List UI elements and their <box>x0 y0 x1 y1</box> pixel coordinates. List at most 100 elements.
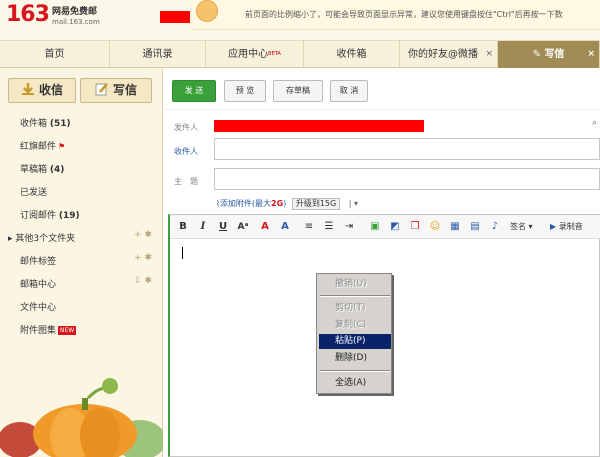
add-icon[interactable]: + <box>134 253 142 263</box>
subscriptions-label: 订阅邮件 <box>20 211 57 221</box>
menu-undo[interactable]: 撤销(U) <box>319 277 391 292</box>
menu-cut[interactable]: 剪切(T) <box>319 301 391 316</box>
sidebar-item-labels[interactable]: 邮件标签 <box>20 254 56 267</box>
subject-label: 主 题 <box>174 177 198 186</box>
other-folders-label: 其他3个文件夹 <box>15 234 76 244</box>
drafts-label: 草稿箱 <box>20 165 48 175</box>
record-label: 录制音 <box>558 222 583 231</box>
notice-icon <box>196 0 218 22</box>
options-icon[interactable]: ⌕ <box>592 118 597 128</box>
main-nav: 首页 通讯录 应用中心BETA 收件箱 你的好友@微播 × ✎ 写信 × <box>0 40 600 68</box>
redacted-sender <box>214 120 424 132</box>
highlight-color-icon[interactable]: A <box>278 220 292 234</box>
gear-icon[interactable]: ✱ <box>144 253 152 263</box>
editor-toolbar: B I U Aᵃ A A ≡ ☰ ⇥ ▣ ◩ ❒ ☺ ▦ ▤ ♪ 签名 ▾ ▶ … <box>170 215 600 239</box>
send-button[interactable]: 发 送 <box>172 80 216 102</box>
label-tools[interactable]: + ✱ <box>134 253 152 263</box>
sidebar-item-other-folders[interactable]: ▸ 其他3个文件夹 <box>8 231 75 244</box>
mailbox-tools[interactable]: ⇩ ✱ <box>134 276 152 286</box>
emoji-icon[interactable]: ☺ <box>428 220 442 234</box>
record-button[interactable]: ▶ 录制音 <box>550 221 583 232</box>
menu-copy[interactable]: 复制(C) <box>319 318 391 333</box>
logo[interactable]: 163 <box>6 2 50 27</box>
font-size-icon[interactable]: Aᵃ <box>236 220 250 234</box>
sidebar-item-attachments[interactable]: 附件图集 NEW <box>20 323 77 336</box>
link-icon[interactable]: ▤ <box>468 220 482 234</box>
pumpkin-illustration <box>0 368 166 457</box>
logo-number: 163 <box>6 2 50 27</box>
sidebar-item-flagged[interactable]: 红旗邮件 ⚑ <box>20 139 65 152</box>
sent-label: 已发送 <box>20 188 48 198</box>
tab-inbox[interactable]: 收件箱 <box>304 41 400 68</box>
indent-icon[interactable]: ⇥ <box>342 220 356 234</box>
tab-contacts-label: 通讯录 <box>142 49 173 60</box>
stationery-icon[interactable]: ❒ <box>408 220 422 234</box>
tab-compose-close-icon[interactable]: × <box>587 41 595 68</box>
image-icon[interactable]: ▣ <box>368 220 382 234</box>
video-icon: ▶ <box>550 222 557 231</box>
screenshot-icon[interactable]: ◩ <box>388 220 402 234</box>
to-label[interactable]: 收件人 <box>174 146 198 157</box>
attach-size: 2G <box>271 199 284 208</box>
compose-tab-icon: ✎ <box>532 49 545 60</box>
sidebar-item-file-center[interactable]: 文件中心 <box>20 300 56 313</box>
menu-delete[interactable]: 删除(D) <box>319 351 391 366</box>
receive-button[interactable]: 收信 <box>8 78 76 103</box>
font-color-icon[interactable]: A <box>258 220 272 234</box>
gear-icon[interactable]: ✱ <box>144 230 152 240</box>
sidebar-item-drafts[interactable]: 草稿箱 (4) <box>20 162 64 175</box>
flag-icon: ⚑ <box>58 142 66 151</box>
beta-badge: BETA <box>268 51 281 57</box>
folder-tools[interactable]: + ✱ <box>134 230 152 240</box>
sidebar-item-inbox[interactable]: 收件箱 (51) <box>20 116 71 129</box>
receive-icon <box>21 81 35 95</box>
sidebar-item-sent[interactable]: 已发送 <box>20 185 47 198</box>
top-banner: 163 网易免费邮 mail.163.com 前页面的比例缩小了，可能会导致页面… <box>0 0 600 40</box>
compose-icon <box>95 81 109 96</box>
tab-friend-close-icon[interactable]: × <box>485 41 493 68</box>
compose-button[interactable]: 写信 <box>80 78 152 103</box>
align-icon[interactable]: ≡ <box>302 220 316 234</box>
sidebar-item-subscriptions[interactable]: 订阅邮件 (19) <box>20 208 80 221</box>
mailbox-center-label: 邮箱中心 <box>20 280 57 290</box>
cancel-button[interactable]: 取 消 <box>330 80 368 102</box>
signature-dropdown[interactable]: 签名 ▾ <box>510 221 533 232</box>
underline-icon[interactable]: U <box>216 220 230 234</box>
zoom-notice: 前页面的比例缩小了，可能会导致页面显示异常，建议您使用键盘按住"Ctrl"后再按… <box>190 0 600 30</box>
attach-row: ⌇添加附件(最大2G) 升级到15G | ▾ <box>216 198 358 210</box>
italic-icon[interactable]: I <box>196 220 210 234</box>
sidebar: 收信 写信 收件箱 (51) 红旗邮件 ⚑ 草稿箱 (4) 已发送 订阅邮件 (1… <box>0 68 166 457</box>
sidebar-item-mailbox-center[interactable]: 邮箱中心 <box>20 277 56 290</box>
tab-compose[interactable]: ✎ 写信 × <box>498 41 600 68</box>
subject-field[interactable] <box>214 168 600 190</box>
add-icon[interactable]: + <box>134 230 142 240</box>
preview-button[interactable]: 预 览 <box>224 80 266 102</box>
flagged-label: 红旗邮件 <box>20 142 57 152</box>
drafts-count: (4) <box>49 165 65 175</box>
bold-icon[interactable]: B <box>176 220 190 234</box>
voice-icon[interactable]: ♪ <box>488 220 502 234</box>
signature-label: 签名 <box>510 222 526 231</box>
inbox-count: (51) <box>49 119 71 129</box>
upgrade-button[interactable]: 升级到15G <box>291 198 341 210</box>
tab-home-label: 首页 <box>44 49 65 60</box>
save-draft-button[interactable]: 存草稿 <box>273 80 323 102</box>
table-icon[interactable]: ▦ <box>448 220 462 234</box>
tab-contacts[interactable]: 通讯录 <box>110 41 206 68</box>
receive-label: 收信 <box>38 83 63 97</box>
menu-select-all[interactable]: 全选(A) <box>319 376 391 391</box>
list-icon[interactable]: ☰ <box>322 220 336 234</box>
tab-friend-label: 你的好友@微播 <box>408 49 478 60</box>
to-field[interactable] <box>214 138 600 160</box>
file-center-label: 文件中心 <box>20 303 57 313</box>
gear-icon[interactable]: ✱ <box>144 276 152 286</box>
tab-friend[interactable]: 你的好友@微播 × <box>400 41 498 68</box>
tab-home[interactable]: 首页 <box>0 41 110 68</box>
new-badge: NEW <box>58 326 77 335</box>
more-attach-dropdown-icon[interactable]: | ▾ <box>349 199 358 208</box>
add-attachment-link[interactable]: 添加附件(最大2G) <box>220 199 286 208</box>
menu-paste[interactable]: 粘贴(P) <box>319 334 391 349</box>
tab-app-center[interactable]: 应用中心BETA <box>206 41 304 68</box>
download-icon[interactable]: ⇩ <box>134 276 142 286</box>
text-caret <box>182 247 183 259</box>
